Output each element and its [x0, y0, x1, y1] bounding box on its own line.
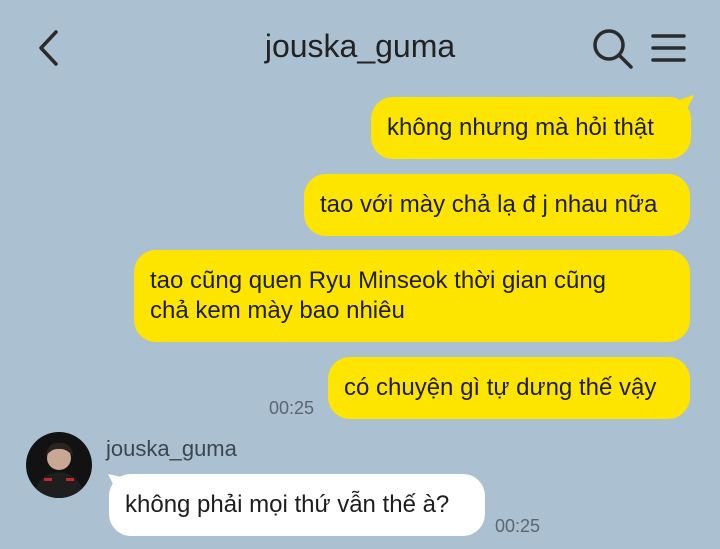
message-timestamp: 00:25 — [269, 398, 315, 418]
message-bubble-outgoing[interactable]: không nhưng mà hỏi thật — [371, 97, 691, 159]
message-text: không phải mọi thứ vẫn thế à? — [125, 491, 450, 518]
message-bubble-outgoing[interactable]: tao cũng quen Ryu Minseok thời gian cũng… — [134, 250, 690, 342]
profile-photo-icon — [26, 432, 92, 498]
message-text: có chuyện gì tự dưng thế vậy — [344, 374, 657, 401]
message-text: không nhưng mà hỏi thật — [387, 114, 654, 141]
message-bubble-incoming[interactable]: không phải mọi thứ vẫn thế à? — [109, 474, 485, 536]
message-bubble-outgoing[interactable]: tao với mày chả lạ đ j nhau nữa — [304, 174, 690, 236]
chat-header: jouska_guma — [0, 0, 720, 96]
search-button[interactable] — [590, 26, 636, 72]
sender-name: jouska_guma — [106, 436, 237, 461]
message-timestamp: 00:25 — [495, 516, 541, 536]
search-icon — [593, 29, 633, 69]
message-text-line: tao cũng quen Ryu Minseok thời gian cũng — [150, 267, 607, 294]
message-bubble-outgoing[interactable]: có chuyện gì tự dưng thế vậy — [328, 357, 690, 419]
menu-button[interactable] — [646, 28, 690, 68]
message-text: tao với mày chả lạ đ j nhau nữa — [320, 191, 658, 218]
hamburger-menu-icon — [651, 34, 686, 62]
avatar[interactable] — [26, 432, 92, 498]
message-text-line: chả kem mày bao nhiêu — [150, 297, 405, 324]
